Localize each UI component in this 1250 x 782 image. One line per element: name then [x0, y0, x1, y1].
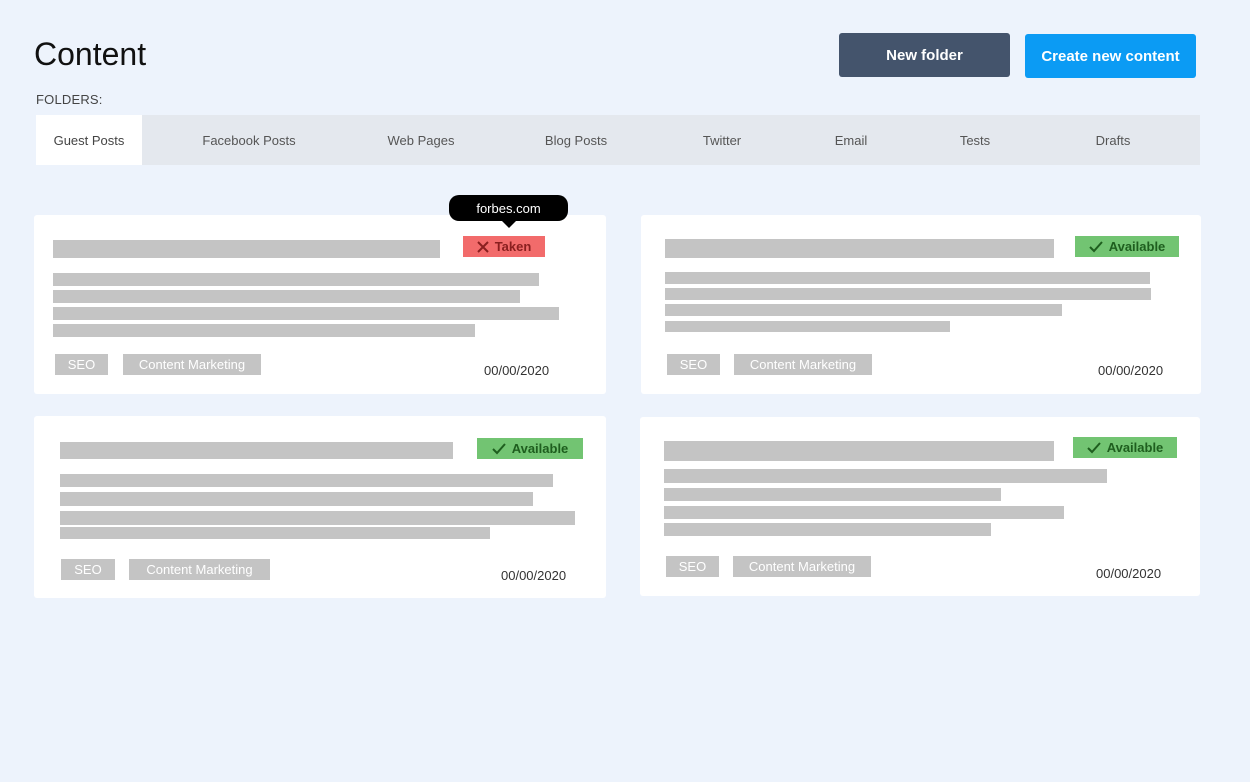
text-placeholder — [665, 272, 1150, 284]
text-placeholder — [53, 324, 475, 337]
text-placeholder — [664, 523, 991, 536]
tag-seo[interactable]: SEO — [666, 556, 719, 577]
text-placeholder — [60, 511, 575, 525]
text-placeholder — [60, 474, 553, 487]
text-placeholder — [60, 527, 490, 539]
title-placeholder — [665, 239, 1054, 258]
tab-drafts[interactable]: Drafts — [1026, 115, 1200, 165]
tag-content-marketing[interactable]: Content Marketing — [129, 559, 270, 580]
checkmark-icon — [1086, 441, 1101, 454]
title-placeholder — [664, 441, 1054, 461]
content-card[interactable]: Available SEO Content Marketing 00/00/20… — [640, 417, 1200, 596]
text-placeholder — [664, 488, 1001, 501]
checkmark-icon — [1088, 240, 1103, 253]
status-badge: Available — [1073, 437, 1177, 458]
tag-seo[interactable]: SEO — [667, 354, 720, 375]
text-placeholder — [664, 506, 1064, 519]
content-card[interactable]: Taken SEO Content Marketing 00/00/2020 — [34, 215, 606, 394]
status-label: Available — [1108, 239, 1166, 254]
status-label: Taken — [494, 239, 532, 254]
tab-tests[interactable]: Tests — [924, 115, 1026, 165]
tab-facebook-posts[interactable]: Facebook Posts — [142, 115, 356, 165]
tag-content-marketing[interactable]: Content Marketing — [123, 354, 261, 375]
tag-seo[interactable]: SEO — [61, 559, 115, 580]
content-card[interactable]: Available SEO Content Marketing 00/00/20… — [34, 416, 606, 598]
status-label: Available — [1106, 440, 1164, 455]
tab-web-pages[interactable]: Web Pages — [356, 115, 486, 165]
status-label: Available — [511, 441, 569, 456]
x-icon — [476, 240, 489, 253]
title-placeholder — [60, 442, 453, 459]
status-badge: Available — [1075, 236, 1179, 257]
page-title: Content — [34, 36, 147, 72]
title-placeholder — [53, 240, 440, 258]
tab-twitter[interactable]: Twitter — [666, 115, 778, 165]
content-card[interactable]: Available SEO Content Marketing 00/00/20… — [641, 215, 1201, 394]
text-placeholder — [664, 469, 1107, 483]
folders-label: FOLDERS: — [36, 92, 103, 107]
status-badge: Available — [477, 438, 583, 459]
card-date: 00/00/2020 — [1098, 363, 1164, 378]
text-placeholder — [60, 492, 533, 506]
status-badge: Taken — [463, 236, 545, 257]
text-placeholder — [53, 290, 520, 303]
card-date: 00/00/2020 — [501, 568, 567, 583]
tooltip: forbes.com — [449, 195, 568, 228]
tab-email[interactable]: Email — [778, 115, 924, 165]
tag-content-marketing[interactable]: Content Marketing — [734, 354, 872, 375]
tag-seo[interactable]: SEO — [55, 354, 108, 375]
create-new-content-button[interactable]: Create new content — [1025, 34, 1196, 78]
text-placeholder — [53, 307, 559, 320]
tag-content-marketing[interactable]: Content Marketing — [733, 556, 871, 577]
card-date: 00/00/2020 — [1096, 566, 1162, 581]
text-placeholder — [665, 321, 950, 332]
new-folder-button[interactable]: New folder — [839, 33, 1010, 77]
checkmark-icon — [491, 442, 506, 455]
card-date: 00/00/2020 — [484, 363, 550, 378]
text-placeholder — [665, 288, 1151, 300]
text-placeholder — [665, 304, 1062, 316]
folder-tabs: Guest Posts Facebook Posts Web Pages Blo… — [36, 115, 1200, 165]
tab-guest-posts[interactable]: Guest Posts — [36, 115, 142, 165]
tab-blog-posts[interactable]: Blog Posts — [486, 115, 666, 165]
text-placeholder — [53, 273, 539, 286]
